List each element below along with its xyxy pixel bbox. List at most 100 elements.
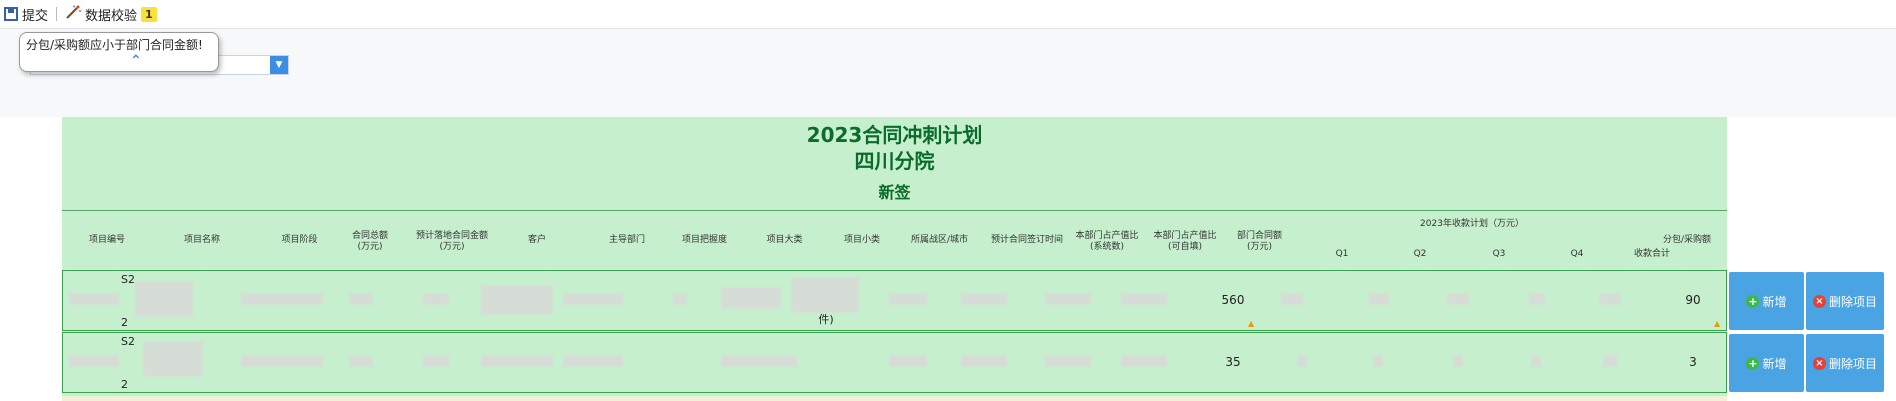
close-icon: × (1812, 356, 1826, 370)
row-dept-amount[interactable]: 560 (1203, 293, 1263, 307)
redacted-cell (1281, 293, 1303, 305)
redacted-cell (791, 277, 859, 313)
chevron-down-icon[interactable]: ▼ (270, 56, 288, 74)
magic-wand-icon (65, 5, 82, 23)
redacted-cell (1531, 355, 1541, 367)
tooltip-message: 分包/采购额应小于部门合同金额! (26, 38, 203, 52)
header-q1: Q1 (1335, 249, 1349, 259)
header-project-stage: 项目阶段 (281, 235, 318, 245)
delete-label: 删除项目 (1828, 294, 1877, 309)
header-contract-amount: 合同总额 (万元) (351, 231, 388, 252)
header-expected-amount: 预计落地合同金额 (万元) (415, 231, 488, 252)
redacted-cell (1297, 355, 1307, 367)
plan-sheet: 2023合同冲刺计划 四川分院 新签 项目编号 项目名称 项目阶段 合同总额 (… (62, 117, 1727, 401)
redacted-cell (69, 293, 119, 305)
header-plan-group: 2023年收款计划（万元） (1420, 219, 1524, 229)
submit-button[interactable]: 提交 (0, 0, 52, 28)
header-dept-amount: 部门合同额 (万元) (1236, 231, 1282, 252)
redacted-cell (1121, 293, 1167, 305)
add-button[interactable]: + 新增 (1729, 334, 1804, 392)
redacted-cell (1045, 355, 1091, 367)
delete-project-button[interactable]: × 删除项目 (1806, 334, 1884, 392)
redacted-cell (673, 293, 687, 305)
row-subcontract[interactable]: 90 (1673, 293, 1713, 307)
sheet-title: 2023合同冲刺计划 (806, 123, 983, 147)
save-icon (4, 7, 18, 21)
sheet-section: 新签 (878, 183, 911, 202)
header-divider (62, 210, 1727, 211)
redacted-cell (1603, 355, 1617, 367)
header-subcontract: 分包/采购额 (1662, 235, 1712, 245)
header-lead-dept: 主导部门 (608, 235, 645, 245)
redacted-cell (481, 285, 553, 315)
redacted-cell (349, 355, 373, 367)
row-code-bottom: 2 (121, 378, 128, 391)
redacted-cell (481, 355, 553, 367)
table-row[interactable]: S2 2 件) 560 ▲ 90 ▲ (62, 270, 1727, 331)
warning-icon: ▲ (1248, 319, 1255, 328)
header-q4: Q4 (1570, 249, 1584, 259)
redacted-cell (1599, 293, 1621, 305)
header-subcategory: 项目小类 (843, 235, 880, 245)
filter-area: ▼ (0, 29, 1896, 117)
warning-icon: ▲ (1714, 319, 1721, 328)
delete-label: 删除项目 (1828, 356, 1877, 371)
header-region: 所属战区/城市 (910, 235, 969, 245)
redacted-cell (241, 293, 323, 305)
redacted-cell (1045, 293, 1091, 305)
validation-tooltip: 分包/采购额应小于部门合同金额! ⌃ (19, 32, 219, 72)
redacted-cell (889, 293, 927, 305)
header-category: 项目大类 (766, 235, 803, 245)
row-dept-amount[interactable]: 35 (1203, 355, 1263, 369)
submit-label: 提交 (22, 8, 49, 24)
plus-icon: + (1746, 294, 1760, 308)
toolbar: 提交 数据校验 1 (0, 0, 1896, 29)
redacted-cell (69, 355, 119, 367)
header-total: 收款合计 (1633, 249, 1670, 259)
redacted-cell (721, 287, 781, 309)
redacted-cell (889, 355, 927, 367)
redacted-cell (961, 293, 1007, 305)
redacted-cell (1447, 293, 1469, 305)
redacted-cell (143, 341, 203, 377)
add-label: 新增 (1762, 294, 1787, 309)
toolbar-divider (56, 7, 58, 21)
redacted-cell (563, 355, 623, 367)
add-button[interactable]: + 新增 (1729, 272, 1804, 330)
sheet-subtitle: 四川分院 (854, 149, 935, 173)
redacted-cell (135, 281, 193, 317)
close-icon: × (1812, 294, 1826, 308)
header-ratio-system: 本部门占产值比 (系统数) (1075, 231, 1139, 252)
header-grip: 项目把握度 (681, 235, 727, 245)
redacted-cell (961, 355, 1007, 367)
add-label: 新增 (1762, 356, 1787, 371)
row-code-top: S2 (121, 335, 135, 348)
row-subcontract[interactable]: 3 (1673, 355, 1713, 369)
header-sign-time: 预计合同签订时间 (990, 235, 1063, 245)
validate-count-badge: 1 (141, 6, 157, 22)
redacted-cell (423, 293, 449, 305)
row-subcategory-fragment: 件) (818, 313, 834, 326)
redacted-cell (1121, 355, 1167, 367)
table-row[interactable]: S2 2 35 3 (62, 332, 1727, 393)
header-ratio-editable: 本部门占产值比 (可自填) (1153, 231, 1217, 252)
redacted-cell (563, 293, 623, 305)
redacted-cell (1453, 355, 1463, 367)
validate-label: 数据校验 (85, 8, 138, 24)
header-q2: Q2 (1413, 249, 1427, 259)
plus-icon: + (1746, 356, 1760, 370)
header-q3: Q3 (1492, 249, 1506, 259)
header-project-name: 项目名称 (183, 235, 220, 245)
row-code-bottom: 2 (121, 316, 128, 329)
delete-project-button[interactable]: × 删除项目 (1806, 272, 1884, 330)
redacted-cell (1529, 293, 1545, 305)
header-customer: 客户 (527, 235, 546, 245)
header-project-no: 项目编号 (88, 235, 125, 245)
redacted-cell (423, 355, 449, 367)
redacted-cell (1369, 293, 1389, 305)
row-code-top: S2 (121, 273, 135, 286)
next-row-strip (62, 396, 1727, 401)
redacted-cell (241, 355, 323, 367)
chevron-up-icon[interactable]: ⌃ (130, 53, 142, 69)
validate-button[interactable]: 数据校验 1 (61, 0, 161, 28)
